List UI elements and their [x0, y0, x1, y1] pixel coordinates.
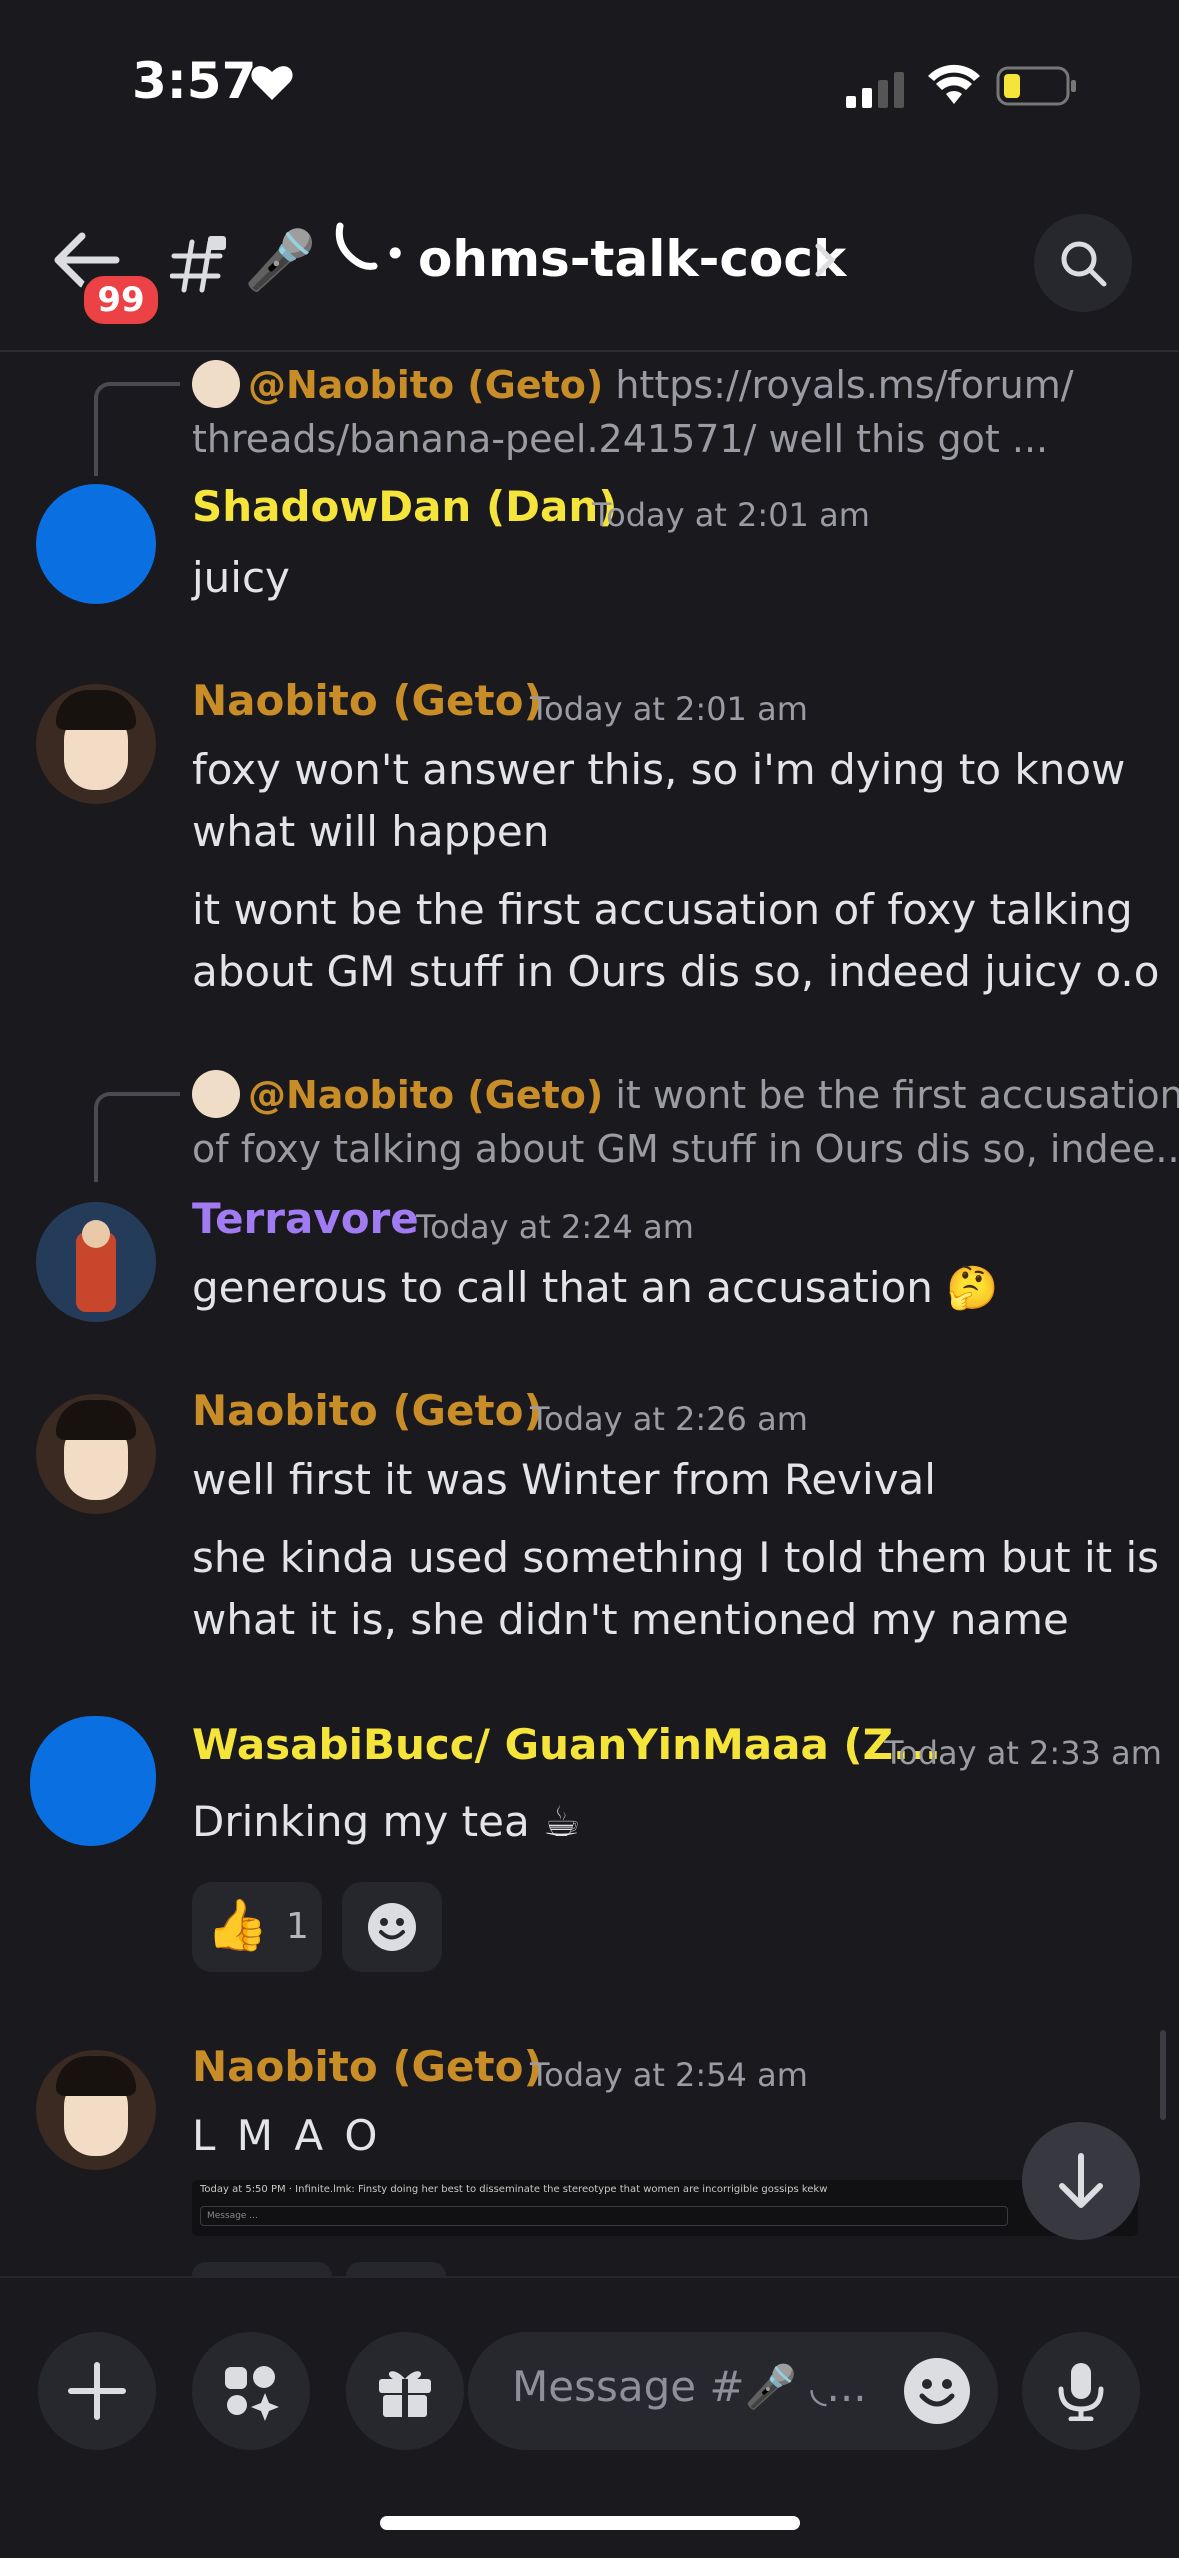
gift-button[interactable]	[346, 2332, 464, 2450]
message-author[interactable]: Naobito (Geto)	[192, 1386, 543, 1435]
reply-text: it wont be the first accusation	[615, 1073, 1179, 1117]
voice-message-button[interactable]	[1022, 2332, 1140, 2450]
message-text: it wont be the first accusation of foxy …	[192, 885, 1133, 934]
home-indicator[interactable]	[380, 2516, 800, 2530]
smiley-icon	[919, 2379, 955, 2407]
message-author[interactable]: Naobito (Geto)	[192, 676, 543, 725]
message-input-placeholder: Message #🎤 ◟...	[512, 2362, 867, 2411]
avatar[interactable]	[36, 1394, 156, 1514]
embed-text: Today at 5:50 PM · Infinite.lmk: Finsty …	[200, 2184, 828, 2195]
reply-connector	[94, 1092, 180, 1182]
message-timestamp: Today at 2:24 am	[416, 1208, 694, 1246]
embed-input: Message ...	[200, 2206, 1008, 2226]
message-text: what will happen	[192, 807, 550, 856]
message-text: juicy	[192, 553, 290, 602]
message-text: Drinking my tea ☕	[192, 1797, 581, 1846]
locked-text-channel-icon	[170, 236, 226, 293]
message-timestamp: Today at 2:26 am	[530, 1400, 808, 1438]
reply-preview[interactable]: @Naobito (Geto) https://royals.ms/forum/	[192, 358, 1074, 412]
message-input[interactable]: Message #🎤 ◟...	[468, 2332, 998, 2450]
reply-mention: @Naobito (Geto)	[248, 1073, 604, 1117]
reaction-thumbs-up[interactable]: 👍 1	[192, 1882, 322, 1972]
channel-name[interactable]: ohms-talk-cock	[418, 230, 846, 288]
microphone-icon	[1058, 2363, 1104, 2421]
search-button[interactable]	[1034, 214, 1132, 312]
apps-icon	[225, 2366, 279, 2421]
arrow-down-icon	[1059, 2153, 1103, 2208]
wifi-icon	[928, 64, 980, 104]
message-text: generous to call that an accusation 🤔	[192, 1263, 999, 1312]
smiley-icon	[368, 1903, 416, 1951]
avatar[interactable]	[36, 1202, 156, 1322]
message-timestamp: Today at 2:33 am	[884, 1734, 1162, 1772]
reply-preview[interactable]: @Naobito (Geto) it wont be the first acc…	[192, 1068, 1179, 1122]
reaction-count: 1	[286, 1906, 309, 1947]
microphone-emoji: 🎤	[244, 226, 317, 294]
message-author[interactable]: WasabiBucc/ GuanYinMaaa (Z...	[192, 1720, 941, 1769]
add-attachment-button[interactable]	[38, 2332, 156, 2450]
message-text: L M A O	[192, 2111, 382, 2160]
reply-text: of foxy talking about GM stuff in Ours d…	[192, 1127, 1179, 1171]
message-text: well first it was Winter from Revival	[192, 1455, 936, 1504]
reply-mention: @Naobito (Geto)	[248, 363, 604, 407]
message-author[interactable]: Terravore	[192, 1194, 419, 1243]
unread-badge: 99	[80, 272, 162, 328]
add-reaction-button[interactable]	[342, 1882, 442, 1972]
phone-emoji-icon	[335, 222, 378, 270]
reply-text: threads/banana-peel.241571/ well this go…	[192, 417, 1049, 461]
battery-icon	[996, 66, 1076, 106]
message-text: what it is, she didn't mentioned my name	[192, 1595, 1069, 1644]
emoji-picker-button[interactable]	[904, 2358, 970, 2424]
message-timestamp: Today at 2:54 am	[530, 2056, 808, 2094]
avatar[interactable]	[30, 1716, 156, 1846]
reaction-partial	[346, 2262, 446, 2276]
reply-text: https://royals.ms/forum/	[615, 363, 1074, 407]
message-timestamp: Today at 2:01 am	[530, 690, 808, 728]
message-text: foxy won't answer this, so i'm dying to …	[192, 745, 1126, 794]
heart-icon	[251, 66, 293, 100]
avatar	[192, 360, 240, 408]
separator-dot: •	[384, 232, 407, 276]
avatar[interactable]	[36, 684, 156, 804]
channel-header: 99 🎤 • ohms-talk-cock	[0, 200, 1179, 352]
message-author[interactable]: Naobito (Geto)	[192, 2042, 543, 2091]
plus-icon	[68, 2362, 126, 2420]
reply-connector	[94, 382, 180, 476]
message-text: about GM stuff in Ours dis so, indeed ju…	[192, 947, 1160, 996]
message-text: she kinda used something I told them but…	[192, 1533, 1160, 1582]
message-author[interactable]: ShadowDan (Dan)	[192, 482, 617, 531]
chevron-right-icon[interactable]	[812, 240, 840, 280]
status-time: 3:57	[132, 52, 257, 110]
image-attachment[interactable]: Today at 5:50 PM · Infinite.lmk: Finsty …	[192, 2180, 1138, 2236]
message-timestamp: Today at 2:01 am	[592, 496, 870, 534]
scrollbar[interactable]	[1160, 2030, 1166, 2120]
thumbs-up-emoji: 👍	[206, 1896, 269, 1954]
avatar[interactable]	[36, 484, 156, 604]
apps-button[interactable]	[192, 2332, 310, 2450]
reaction-partial	[192, 2262, 332, 2276]
jump-to-bottom-button[interactable]	[1022, 2122, 1140, 2240]
gift-icon	[379, 2371, 431, 2417]
avatar	[192, 1070, 240, 1118]
avatar[interactable]	[36, 2050, 156, 2170]
cellular-signal-icon	[846, 72, 904, 108]
search-icon	[1061, 241, 1107, 287]
